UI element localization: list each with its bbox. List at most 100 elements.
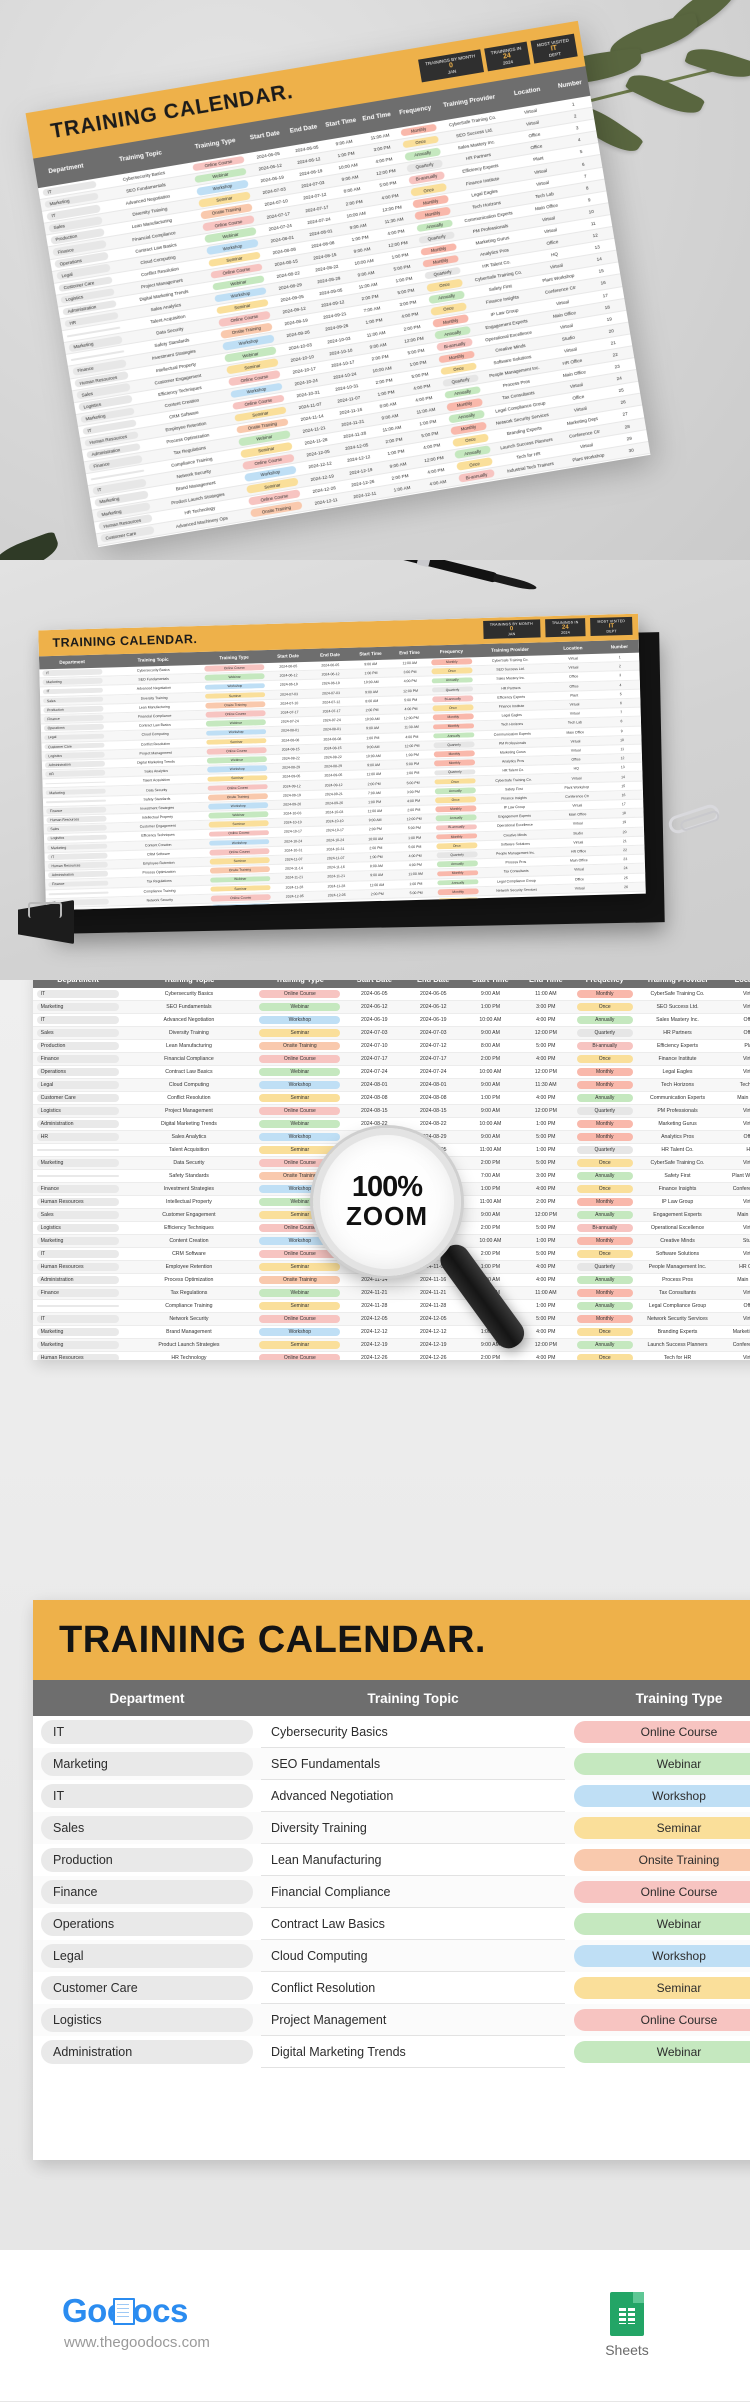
- cell-provider: Sales Mastery Inc.: [656, 1017, 699, 1023]
- cell-start-date: 2024-07-10: [361, 1043, 388, 1049]
- zoom-table-row[interactable]: Legal Cloud Computing Workshop: [33, 1940, 750, 1972]
- cell-department: IT: [42, 687, 104, 695]
- column-header-end-time[interactable]: End Time: [390, 650, 429, 656]
- column-header-start-time[interactable]: Start Time: [463, 980, 518, 984]
- cell-frequency: Monthly: [574, 1068, 636, 1076]
- cell-end-date: 2024-10-10: [325, 819, 344, 824]
- zoom-cell-department: Logistics: [33, 2008, 261, 2032]
- summary-box: TRAININGS BY MONTH 0 JAN: [482, 619, 541, 640]
- column-header-location[interactable]: Location: [502, 84, 553, 99]
- column-header-start-time[interactable]: Start Time: [322, 116, 359, 129]
- cell-number: 5: [619, 692, 622, 697]
- column-header-frequency[interactable]: Frequency: [394, 103, 437, 117]
- cell-topic: Customer Engagement: [139, 823, 176, 829]
- table-row[interactable]: Compliance Training Seminar 2024-11-28 2024…: [33, 1300, 750, 1313]
- cell-location: Virtual: [574, 886, 585, 891]
- zoom-column-header-training-topic[interactable]: Training Topic: [261, 1691, 565, 1706]
- cell-start-time: 11:00 AM: [366, 772, 382, 777]
- table-row[interactable]: Logistics Project Management Online Course…: [33, 1105, 750, 1118]
- zoom-table-row[interactable]: Administration Digital Marketing Trends We…: [33, 2036, 750, 2068]
- zoom-table-row[interactable]: Marketing SEO Fundamentals Webinar: [33, 1748, 750, 1780]
- footer-url[interactable]: www.thegoodocs.com: [64, 2334, 210, 2351]
- zoom-table-row[interactable]: Customer Care Conflict Resolution Seminar: [33, 1972, 750, 2004]
- column-header-start-date[interactable]: Start Date: [245, 128, 285, 141]
- table-row[interactable]: Marketing SEO Fundamentals Webinar 2024-06-…: [33, 1001, 750, 1014]
- cell-frequency: Monthly: [437, 888, 479, 895]
- cell-training-type: Online Course: [204, 664, 265, 672]
- column-header-training-topic[interactable]: Training Topic: [105, 656, 201, 664]
- column-header-end-date[interactable]: End Date: [309, 652, 351, 658]
- column-header-department[interactable]: Department: [33, 980, 123, 984]
- table-row[interactable]: Marketing Product Launch Strategies Semina…: [33, 1339, 750, 1352]
- cell-topic: Conflict Resolution: [167, 1095, 211, 1101]
- cell-department: Logistics: [46, 834, 108, 842]
- column-header-location[interactable]: Location: [719, 980, 750, 984]
- cell-end-date: 2024-12-19: [419, 1342, 447, 1348]
- column-header-training-type[interactable]: Training Type: [184, 135, 246, 152]
- table-row[interactable]: IT Network Security Online Course 2024-12-0…: [33, 1313, 750, 1326]
- column-header-frequency[interactable]: Frequency: [574, 980, 636, 984]
- goodocs-logo[interactable]: Goo ocs www.thegoodocs.com: [62, 2292, 210, 2351]
- column-header-training-provider[interactable]: Training Provider: [435, 92, 502, 110]
- zoom-table-row[interactable]: Production Lean Manufacturing Onsite Train…: [33, 1844, 750, 1876]
- cell-frequency: Monthly: [431, 658, 473, 666]
- cell-topic: Advanced Negotiation: [163, 1017, 215, 1023]
- column-header-end-time[interactable]: End Time: [358, 110, 395, 123]
- column-header-training-provider[interactable]: Training Provider: [474, 646, 546, 653]
- zoom-table-row[interactable]: IT Cybersecurity Basics Online Course: [33, 1716, 750, 1748]
- table-row[interactable]: Administration Process Optimization Onsite…: [33, 1274, 750, 1287]
- zoom-department-pill: Legal: [40, 1944, 254, 1968]
- column-header-frequency[interactable]: Frequency: [429, 648, 474, 655]
- column-header-training-topic[interactable]: Training Topic: [96, 145, 186, 167]
- column-header-training-provider[interactable]: Training Provider: [636, 980, 719, 984]
- cell-start-date: 2024-07-24: [280, 719, 299, 724]
- column-header-department[interactable]: Department: [35, 160, 97, 177]
- cell-frequency: Once: [431, 667, 473, 675]
- cell-number: 20: [622, 829, 627, 834]
- column-header-number[interactable]: Number: [551, 78, 588, 91]
- zoom-table-row[interactable]: Operations Contract Law Basics Webinar: [33, 1908, 750, 1940]
- cell-location: Virtual: [742, 1199, 750, 1205]
- zoom-table-row[interactable]: Logistics Project Management Online Course: [33, 2004, 750, 2036]
- cell-provider: Branding Experts: [657, 1329, 698, 1335]
- zoom-table-row[interactable]: Sales Diversity Training Seminar: [33, 1812, 750, 1844]
- column-header-end-time[interactable]: End Time: [518, 980, 573, 984]
- table-row[interactable]: IT Advanced Negotiation Workshop 2024-06-19…: [33, 1014, 750, 1027]
- column-header-training-type[interactable]: Training Type: [255, 980, 345, 984]
- table-row[interactable]: Production Lean Manufacturing Onsite Train…: [33, 1040, 750, 1053]
- cell-frequency: Quarterly: [574, 1263, 636, 1271]
- column-header-training-topic[interactable]: Training Topic: [123, 980, 255, 984]
- table-row[interactable]: Finance Financial Compliance Online Course…: [33, 1053, 750, 1066]
- table-row[interactable]: Marketing Brand Management Workshop 2024-12…: [33, 1326, 750, 1339]
- zoom-type-pill: Seminar: [574, 1817, 750, 1839]
- column-header-end-date[interactable]: End Date: [404, 980, 463, 984]
- table-row[interactable]: Sales Diversity Training Seminar 2024-07-03…: [33, 1027, 750, 1040]
- column-header-start-date[interactable]: Start Date: [267, 653, 309, 659]
- column-header-start-time[interactable]: Start Time: [351, 651, 390, 657]
- cell-provider: Safety First: [504, 786, 523, 792]
- cell-end-date: 2024-12-05: [327, 892, 346, 898]
- table-row[interactable]: Operations Contract Law Basics Webinar 2024…: [33, 1066, 750, 1079]
- table-row[interactable]: Human Resources HR Technology Online Cours…: [33, 1352, 750, 1360]
- zoom-table-row[interactable]: Finance Financial Compliance Online Course: [33, 1876, 750, 1908]
- table-row[interactable]: Customer Care Conflict Resolution Seminar 2…: [33, 1092, 750, 1105]
- cell-end-date: 2024-07-17: [419, 1056, 447, 1062]
- zoom-column-header-department[interactable]: Department: [33, 1691, 261, 1706]
- column-header-start-date[interactable]: Start Date: [345, 980, 404, 984]
- column-header-number[interactable]: Number: [600, 644, 639, 650]
- column-header-end-date[interactable]: End Date: [284, 122, 324, 135]
- zoom-table-row[interactable]: IT Advanced Negotiation Workshop: [33, 1780, 750, 1812]
- cell-frequency: Once: [432, 704, 474, 712]
- table-row[interactable]: Legal Cloud Computing Workshop 2024-08-01 20…: [33, 1079, 750, 1092]
- table-row[interactable]: Finance Tax Regulations Webinar 2024-11-21 2…: [33, 1287, 750, 1300]
- cell-provider: Communication Experts: [649, 1095, 706, 1101]
- table-row[interactable]: IT Cybersecurity Basics Online Course 2024-…: [33, 988, 750, 1001]
- column-header-training-type[interactable]: Training Type: [201, 654, 267, 661]
- google-sheets-badge[interactable]: Sheets: [582, 2292, 672, 2358]
- cell-location: Conference Ctr: [732, 1342, 750, 1348]
- cell-end-date: 2024-10-31: [326, 846, 345, 852]
- cell-start-date: 2024-09-12: [282, 783, 301, 789]
- column-header-department[interactable]: Department: [39, 659, 105, 666]
- zoom-column-header-training-type[interactable]: Training Type: [565, 1691, 750, 1706]
- column-header-location[interactable]: Location: [546, 645, 600, 652]
